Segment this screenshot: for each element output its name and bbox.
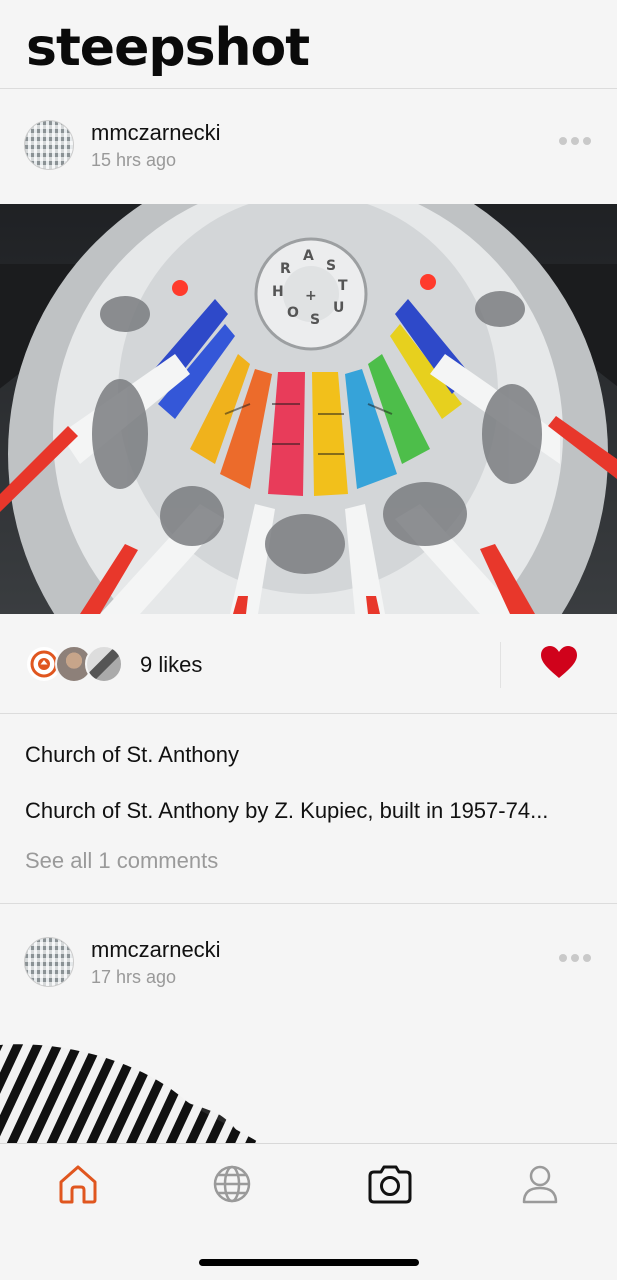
svg-text:S: S: [326, 258, 336, 274]
svg-text:O: O: [287, 305, 299, 321]
post-header: mmczarnecki 17 hrs ago: [0, 907, 617, 1017]
post-author[interactable]: mmczarnecki: [91, 937, 221, 963]
post-photo[interactable]: [0, 1030, 617, 1143]
avatar[interactable]: [24, 937, 74, 987]
tab-explore[interactable]: [210, 1162, 254, 1206]
svg-text:S: S: [310, 312, 320, 328]
post-time: 17 hrs ago: [91, 967, 177, 987]
post-time: 15 hrs ago: [91, 150, 177, 170]
app-title: steepshot: [26, 18, 310, 78]
divider: [500, 642, 501, 688]
post-description[interactable]: Church of St. Anthony by Z. Kupiec, buil…: [25, 798, 595, 824]
svg-text:H: H: [272, 284, 284, 300]
camera-icon: [368, 1165, 412, 1204]
svg-text:R: R: [280, 261, 291, 277]
post-title: Church of St. Anthony: [25, 742, 240, 767]
avatar[interactable]: [24, 120, 74, 170]
home-indicator: [199, 1259, 419, 1266]
tab-home[interactable]: [56, 1162, 100, 1206]
tab-profile[interactable]: [518, 1162, 562, 1206]
tab-camera[interactable]: [366, 1162, 412, 1206]
more-options-icon[interactable]: [559, 136, 591, 146]
svg-text:+: +: [305, 288, 317, 304]
post-author[interactable]: mmczarnecki: [91, 120, 221, 146]
see-comments-link[interactable]: See all 1 comments: [25, 848, 218, 874]
svg-text:A: A: [303, 248, 314, 264]
more-options-icon[interactable]: [559, 953, 591, 963]
profile-icon: [522, 1165, 558, 1204]
post-photo[interactable]: AST USO H R +: [0, 204, 617, 614]
home-icon: [59, 1165, 97, 1204]
globe-icon: [213, 1165, 251, 1203]
liker-avatar[interactable]: [85, 645, 123, 683]
svg-text:T: T: [338, 278, 348, 294]
svg-text:U: U: [333, 300, 344, 316]
likes-count[interactable]: 9 likes: [140, 652, 202, 678]
likes-bar: 9 likes: [0, 614, 617, 714]
app-header: steepshot: [0, 0, 617, 89]
like-heart-icon[interactable]: [539, 644, 579, 685]
striped-building-image: [0, 1030, 617, 1143]
church-dome-image: AST USO HR+: [0, 204, 617, 614]
post-divider: [0, 903, 617, 904]
post-header: mmczarnecki 15 hrs ago: [0, 90, 617, 200]
